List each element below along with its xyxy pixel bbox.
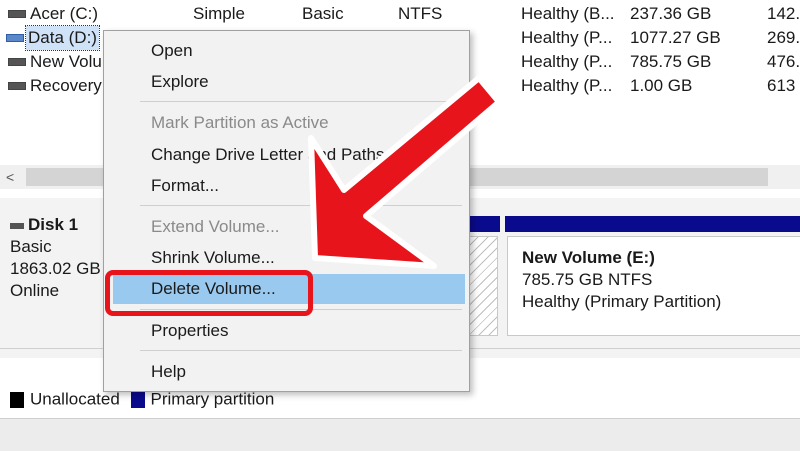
- annotation-arrow-icon: [308, 75, 502, 269]
